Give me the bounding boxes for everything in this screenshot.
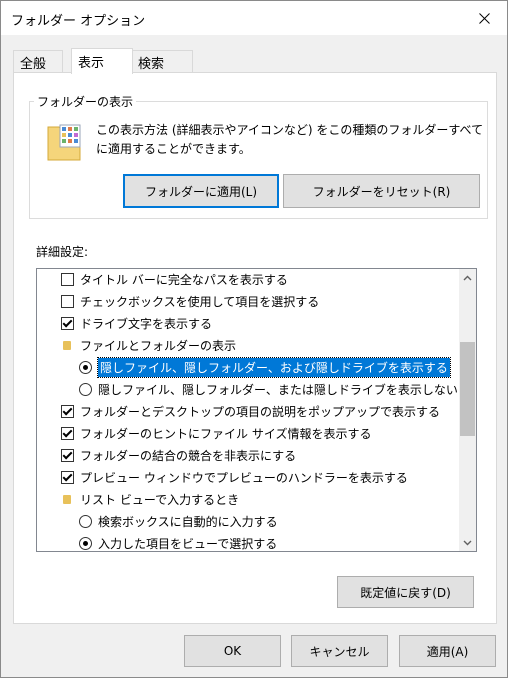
radio-button[interactable]: [79, 537, 92, 550]
list-item[interactable]: プレビュー ウィンドウでプレビューのハンドラーを表示する: [61, 467, 408, 488]
list-item: ファイルとフォルダーの表示: [63, 335, 236, 356]
list-item[interactable]: チェックボックスを使用して項目を選択する: [61, 291, 319, 312]
tab-view[interactable]: 表示: [71, 48, 133, 74]
folder-icon: [63, 495, 71, 504]
ok-button[interactable]: OK: [184, 635, 281, 667]
list-item[interactable]: フォルダーとデスクトップの項目の説明をポップアップで表示する: [61, 401, 440, 422]
folder-icon: [63, 341, 71, 350]
checkbox[interactable]: [61, 295, 74, 308]
window-title: フォルダー オプション: [11, 14, 146, 29]
close-button[interactable]: [461, 1, 507, 35]
list-item[interactable]: 検索ボックスに自動的に入力する: [79, 511, 278, 532]
checkbox[interactable]: [61, 449, 74, 462]
radio-button[interactable]: [79, 361, 92, 374]
restore-defaults-button[interactable]: 既定値に戻す(D): [337, 576, 474, 608]
checkbox[interactable]: [61, 317, 74, 330]
list-item[interactable]: 入力した項目をビューで選択する: [79, 533, 277, 551]
vertical-scrollbar[interactable]: [459, 269, 476, 551]
checkbox[interactable]: [61, 405, 74, 418]
list-item[interactable]: タイトル バーに完全なパスを表示する: [61, 269, 288, 290]
list-item[interactable]: 隠しファイル、隠しフォルダー、または隠しドライブを表示しない: [79, 379, 458, 400]
view-tab-panel: フォルダーの表示 この表示方法 (詳細表示やアイコンなど) をこの種類のフォルダ…: [13, 72, 497, 624]
scroll-up-button[interactable]: [459, 269, 476, 286]
folder-options-dialog: フォルダー オプション 全般 表示 検索 フォルダーの表示 この表示方法 (詳細…: [0, 0, 508, 678]
list-item: リスト ビューで入力するとき: [63, 489, 239, 510]
title-bar: フォルダー オプション: [1, 1, 507, 35]
list-item[interactable]: ドライブ文字を表示する: [61, 313, 212, 334]
chevron-up-icon: [463, 275, 472, 280]
list-item[interactable]: 隠しファイル、隠しフォルダー、および隠しドライブを表示する: [79, 357, 451, 378]
reset-folders-button[interactable]: フォルダーをリセット(R): [283, 174, 480, 208]
scroll-down-button[interactable]: [459, 534, 476, 551]
folder-view-group-title: フォルダーの表示: [34, 93, 137, 110]
checkbox[interactable]: [61, 273, 74, 286]
folder-views-icon: [47, 124, 81, 161]
advanced-settings-list[interactable]: タイトル バーに完全なパスを表示する チェックボックスを使用して項目を選択する …: [36, 268, 477, 552]
radio-button[interactable]: [79, 383, 92, 396]
scroll-thumb[interactable]: [460, 342, 475, 436]
close-icon: [478, 12, 490, 24]
folder-view-description: この表示方法 (詳細表示やアイコンなど) をこの種類のフォルダーすべて に適用す…: [96, 123, 484, 156]
checkbox[interactable]: [61, 427, 74, 440]
apply-to-folders-button[interactable]: フォルダーに適用(L): [123, 174, 279, 208]
checkbox[interactable]: [61, 471, 74, 484]
list-item[interactable]: フォルダーの結合の競合を非表示にする: [61, 445, 296, 466]
advanced-settings-label: 詳細設定:: [36, 245, 89, 259]
radio-button[interactable]: [79, 515, 92, 528]
list-item[interactable]: フォルダーのヒントにファイル サイズ情報を表示する: [61, 423, 371, 444]
chevron-down-icon: [463, 540, 472, 545]
tab-search[interactable]: 検索: [131, 50, 193, 73]
apply-button[interactable]: 適用(A): [399, 635, 496, 667]
tab-general[interactable]: 全般: [13, 50, 63, 73]
cancel-button[interactable]: キャンセル: [291, 635, 388, 667]
